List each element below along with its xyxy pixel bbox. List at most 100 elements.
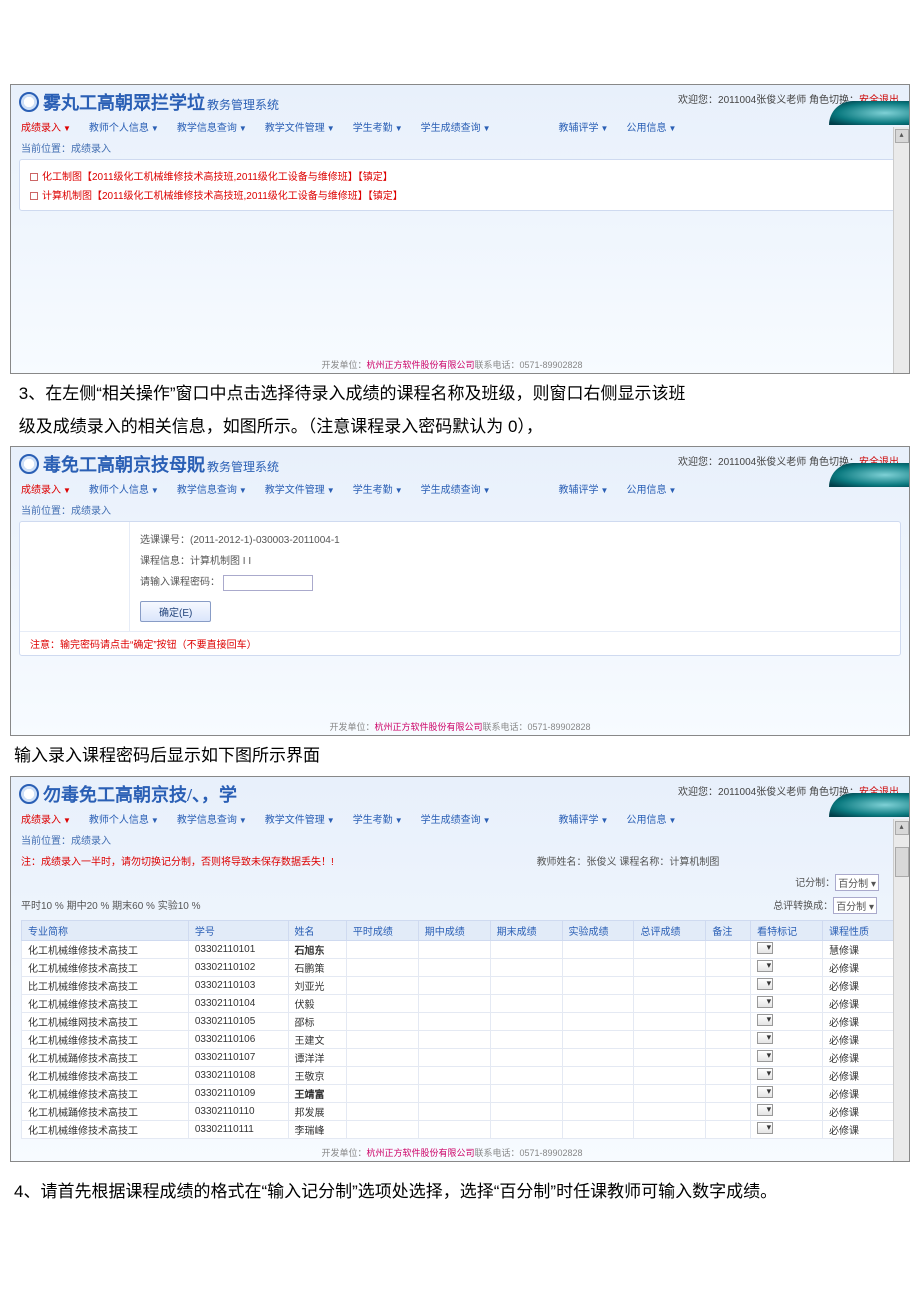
grade-input-cell[interactable]: [706, 1084, 751, 1102]
menu-attendance[interactable]: 学生考勤: [353, 811, 403, 826]
scoring-mode-select[interactable]: 百分制 ▾: [835, 874, 879, 891]
grade-input-cell[interactable]: [346, 976, 418, 994]
grade-input-cell[interactable]: [418, 1048, 490, 1066]
grade-input-cell[interactable]: [706, 994, 751, 1012]
grade-input-cell[interactable]: [490, 958, 562, 976]
grade-input-cell[interactable]: [418, 1120, 490, 1138]
row-flag-select[interactable]: [757, 996, 773, 1008]
grade-input-cell[interactable]: [490, 1084, 562, 1102]
grade-input-cell[interactable]: [490, 1048, 562, 1066]
menu-teach-files[interactable]: 教学文件管理: [265, 481, 335, 496]
menu-grade-query[interactable]: 学生成绩查询: [421, 481, 491, 496]
grade-input-cell[interactable]: [634, 958, 706, 976]
row-flag-select[interactable]: [757, 1122, 773, 1134]
grade-input-cell[interactable]: [706, 1048, 751, 1066]
grade-input-cell[interactable]: [562, 1084, 634, 1102]
menu-score-entry[interactable]: 成绩录入: [21, 811, 71, 826]
grade-input-cell[interactable]: [562, 1102, 634, 1120]
grade-input-cell[interactable]: [346, 1012, 418, 1030]
grade-input-cell[interactable]: [706, 1030, 751, 1048]
grade-input-cell[interactable]: [418, 1084, 490, 1102]
menu-attendance[interactable]: 学生考勤: [353, 481, 403, 496]
grade-input-cell[interactable]: [490, 1120, 562, 1138]
scrollbar[interactable]: ▴: [893, 819, 909, 1161]
course-link-1[interactable]: 化工制图【2011级化工机械维修技术高技班,2011级化工设备与维修班】【镇定】: [30, 166, 890, 185]
menu-attendance[interactable]: 学生考勤: [353, 119, 403, 134]
grade-input-cell[interactable]: [562, 976, 634, 994]
grade-input-cell[interactable]: [490, 994, 562, 1012]
menu-teacher-info[interactable]: 教师个人信息: [89, 481, 159, 496]
menu-teacher-info[interactable]: 教师个人信息: [89, 811, 159, 826]
grade-input-cell[interactable]: [706, 1102, 751, 1120]
menu-evaluation[interactable]: 教辅评学: [559, 481, 609, 496]
grade-input-cell[interactable]: [634, 1030, 706, 1048]
grade-input-cell[interactable]: [562, 1048, 634, 1066]
scroll-thumb[interactable]: [895, 847, 909, 877]
grade-input-cell[interactable]: [346, 1048, 418, 1066]
confirm-button[interactable]: 确定(E): [140, 601, 211, 622]
grade-input-cell[interactable]: [490, 1012, 562, 1030]
row-flag-select[interactable]: [757, 1050, 773, 1062]
grade-input-cell[interactable]: [346, 1030, 418, 1048]
grade-input-cell[interactable]: [490, 1066, 562, 1084]
grade-input-cell[interactable]: [418, 1102, 490, 1120]
menu-evaluation[interactable]: 教辅评学: [559, 811, 609, 826]
menu-teach-query[interactable]: 教学信息查询: [177, 481, 247, 496]
row-flag-select[interactable]: [757, 960, 773, 972]
row-flag-select[interactable]: [757, 1032, 773, 1044]
menu-score-entry[interactable]: 成绩录入: [21, 481, 71, 496]
total-convert-select[interactable]: 百分制 ▾: [833, 897, 877, 914]
scroll-up-icon[interactable]: ▴: [895, 129, 909, 143]
grade-input-cell[interactable]: [346, 940, 418, 958]
grade-input-cell[interactable]: [634, 1084, 706, 1102]
row-flag-select[interactable]: [757, 1104, 773, 1116]
row-flag-select[interactable]: [757, 1086, 773, 1098]
grade-input-cell[interactable]: [562, 958, 634, 976]
menu-teach-query[interactable]: 教学信息查询: [177, 119, 247, 134]
menu-public-info[interactable]: 公用信息: [626, 481, 676, 496]
menu-public-info[interactable]: 公用信息: [626, 119, 676, 134]
grade-input-cell[interactable]: [634, 1048, 706, 1066]
course-link-2[interactable]: 计算机制图【2011级化工机械维修技术高技班,2011级化工设备与维修班】【镇定…: [30, 185, 890, 204]
grade-input-cell[interactable]: [490, 940, 562, 958]
grade-input-cell[interactable]: [706, 940, 751, 958]
grade-input-cell[interactable]: [634, 1066, 706, 1084]
grade-input-cell[interactable]: [634, 976, 706, 994]
grade-input-cell[interactable]: [634, 994, 706, 1012]
grade-input-cell[interactable]: [346, 994, 418, 1012]
grade-input-cell[interactable]: [490, 1030, 562, 1048]
grade-input-cell[interactable]: [346, 1084, 418, 1102]
row-flag-select[interactable]: [757, 978, 773, 990]
grade-input-cell[interactable]: [346, 1102, 418, 1120]
menu-teach-files[interactable]: 教学文件管理: [265, 811, 335, 826]
grade-input-cell[interactable]: [706, 1012, 751, 1030]
grade-input-cell[interactable]: [490, 1102, 562, 1120]
row-flag-select[interactable]: [757, 942, 773, 954]
grade-input-cell[interactable]: [418, 958, 490, 976]
scrollbar[interactable]: ▴: [893, 127, 909, 373]
grade-input-cell[interactable]: [562, 1012, 634, 1030]
grade-input-cell[interactable]: [418, 976, 490, 994]
grade-input-cell[interactable]: [562, 940, 634, 958]
grade-input-cell[interactable]: [634, 1120, 706, 1138]
grade-input-cell[interactable]: [562, 1066, 634, 1084]
menu-grade-query[interactable]: 学生成绩查询: [421, 119, 491, 134]
grade-input-cell[interactable]: [418, 1012, 490, 1030]
grade-input-cell[interactable]: [418, 940, 490, 958]
grade-input-cell[interactable]: [346, 958, 418, 976]
menu-evaluation[interactable]: 教辅评学: [559, 119, 609, 134]
grade-input-cell[interactable]: [346, 1066, 418, 1084]
course-password-input[interactable]: [223, 575, 313, 591]
row-flag-select[interactable]: [757, 1014, 773, 1026]
grade-input-cell[interactable]: [562, 1030, 634, 1048]
grade-input-cell[interactable]: [562, 1120, 634, 1138]
menu-public-info[interactable]: 公用信息: [626, 811, 676, 826]
grade-input-cell[interactable]: [346, 1120, 418, 1138]
grade-input-cell[interactable]: [490, 976, 562, 994]
grade-input-cell[interactable]: [634, 940, 706, 958]
grade-input-cell[interactable]: [634, 1102, 706, 1120]
grade-input-cell[interactable]: [418, 994, 490, 1012]
menu-score-entry[interactable]: 成绩录入: [21, 119, 71, 134]
menu-teach-query[interactable]: 教学信息查询: [177, 811, 247, 826]
grade-input-cell[interactable]: [706, 1120, 751, 1138]
